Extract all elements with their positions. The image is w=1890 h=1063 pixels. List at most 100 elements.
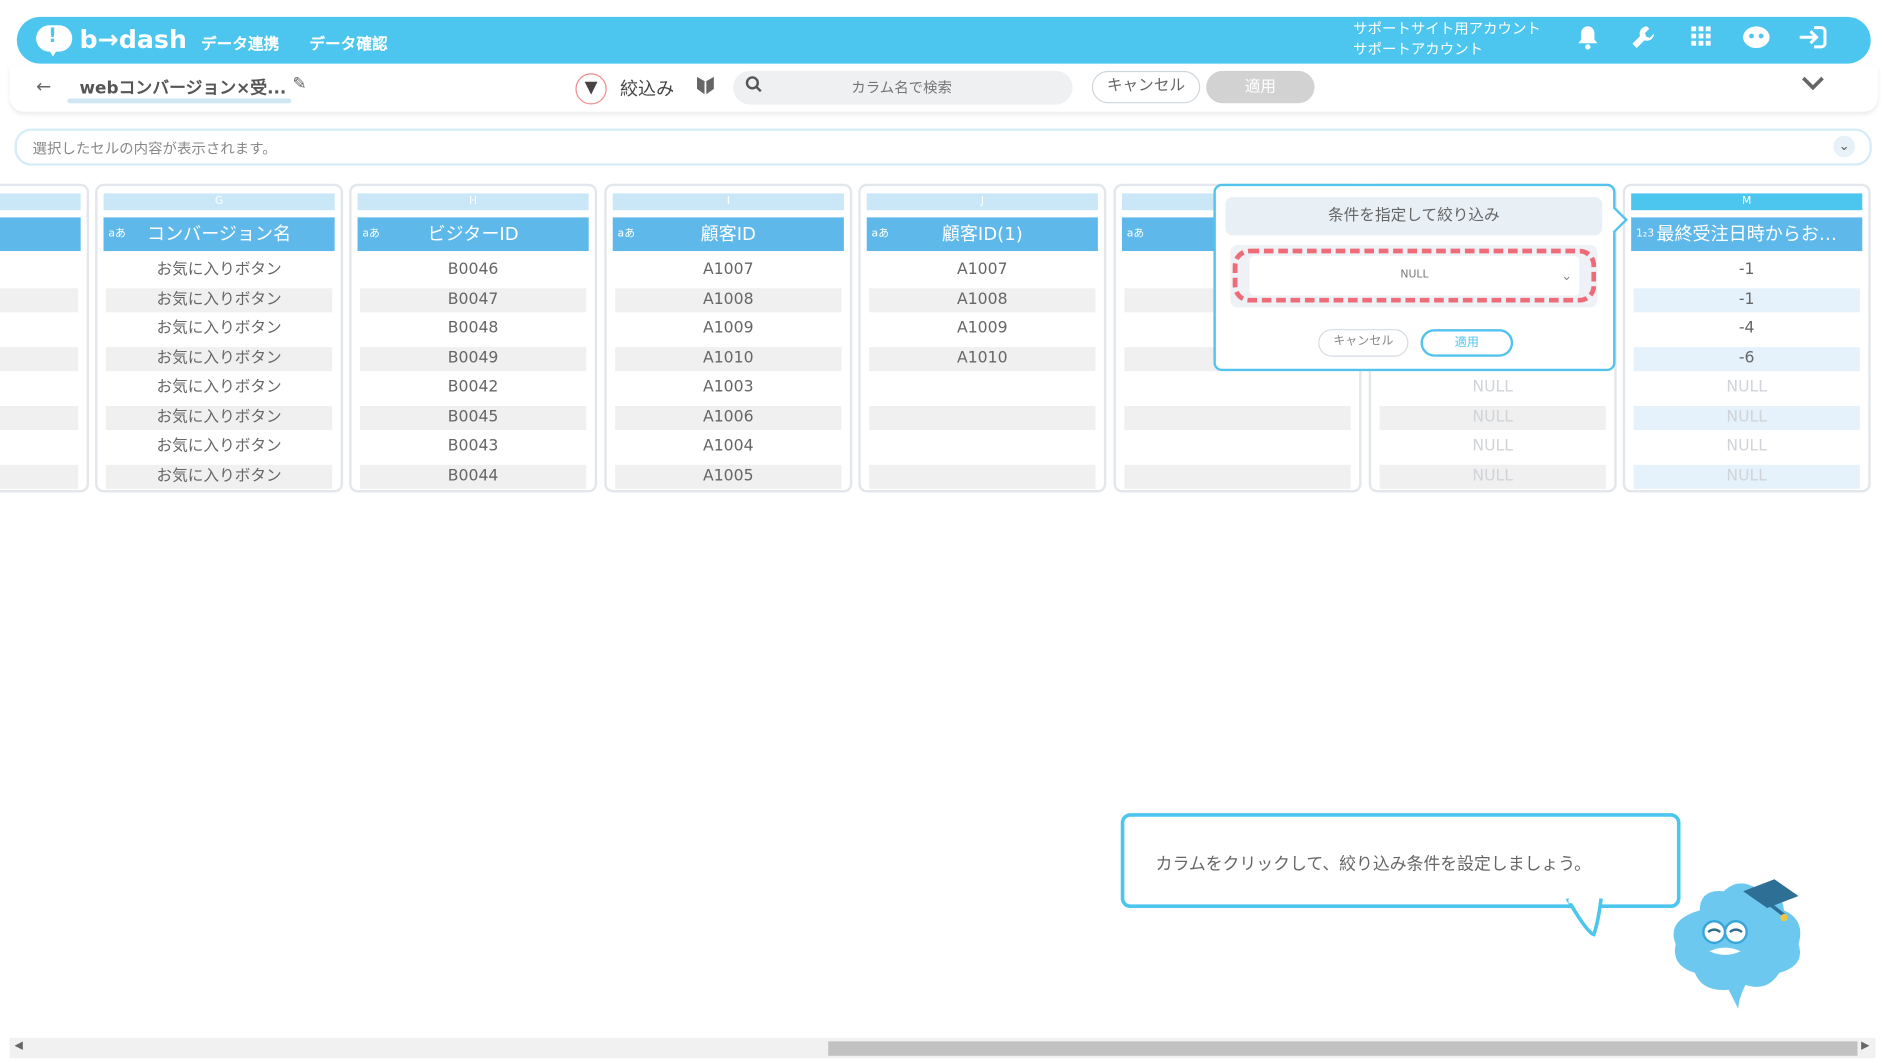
table-cell[interactable]: NULL: [1634, 376, 1860, 400]
nav-data-integration[interactable]: データ連携: [201, 31, 279, 54]
table-cell[interactable]: [869, 405, 1096, 430]
table-cell[interactable]: [0, 258, 78, 282]
table-cell[interactable]: NULL: [1379, 464, 1606, 489]
apply-button[interactable]: 適用: [1206, 70, 1315, 104]
speech-bubble-tail: [1565, 898, 1603, 937]
table-cell[interactable]: お気に入りボタン: [106, 258, 332, 282]
column-header[interactable]: [0, 217, 81, 252]
table-cell[interactable]: [1124, 405, 1351, 430]
popup-cancel-button[interactable]: キャンセル: [1318, 329, 1409, 357]
filter-label[interactable]: 絞込み: [620, 76, 674, 101]
column-card[interactable]: Gaあ コンバージョン名 お気に入りボタン お気に入りボタン お気に入りボタン お気に入り…: [95, 183, 344, 493]
column-name: コンバージョン名: [147, 223, 292, 246]
table-cell[interactable]: お気に入りボタン: [105, 405, 333, 430]
bdash-logo[interactable]: ! b→dash: [34, 20, 187, 61]
title-underline: [67, 98, 292, 104]
table-cell[interactable]: NULL: [1379, 405, 1606, 430]
table-cell[interactable]: [869, 435, 1095, 459]
beginner-mark-icon[interactable]: [696, 74, 715, 100]
table-cell[interactable]: NULL: [1380, 376, 1606, 400]
table-cell[interactable]: A1008: [615, 287, 842, 312]
table-cell[interactable]: [0, 376, 78, 400]
table-cell[interactable]: [1124, 376, 1350, 400]
table-cell[interactable]: NULL: [1633, 464, 1860, 489]
column-card[interactable]: Haあ ビジターID B0046 B0047 B0048 B0049 B0042 B0045 B…: [349, 183, 598, 493]
table-cell[interactable]: B0045: [359, 405, 587, 430]
funnel-filter-icon[interactable]: ▼: [575, 73, 607, 105]
table-cell[interactable]: [0, 317, 78, 341]
account-info[interactable]: サポートサイト用アカウント サポートアカウント: [1353, 19, 1541, 60]
cell-content-viewer[interactable]: 選択したセルの内容が表示されます。 ⌄: [14, 128, 1872, 166]
search-input[interactable]: [781, 75, 1023, 100]
table-cell[interactable]: A1009: [869, 317, 1095, 341]
table-cell[interactable]: A1007: [869, 258, 1095, 282]
table-cell[interactable]: A1006: [615, 405, 842, 430]
table-cell[interactable]: お気に入りボタン: [106, 376, 332, 400]
table-cell[interactable]: [1124, 464, 1351, 489]
table-cell[interactable]: [0, 287, 79, 312]
wrench-icon[interactable]: [1628, 24, 1659, 55]
logout-icon[interactable]: [1797, 24, 1828, 55]
table-cell[interactable]: A1005: [615, 464, 842, 489]
table-cell[interactable]: NULL: [1380, 435, 1606, 459]
expand-chevron-icon[interactable]: ⌄: [1833, 135, 1856, 158]
table-cell[interactable]: お気に入りボタン: [106, 435, 332, 459]
column-card[interactable]: Iaあ 顧客ID A1007 A1008 A1009 A1010 A1003 A1006 A10…: [604, 183, 853, 493]
document-title[interactable]: webコンバージョン×受...: [79, 76, 286, 100]
popup-apply-button[interactable]: 適用: [1420, 329, 1514, 357]
table-cell[interactable]: -6: [1633, 346, 1860, 371]
table-cell[interactable]: お気に入りボタン: [105, 346, 333, 371]
bell-icon[interactable]: [1572, 24, 1603, 55]
table-cell[interactable]: B0044: [359, 464, 587, 489]
table-cell[interactable]: [0, 464, 79, 489]
table-cell[interactable]: NULL: [1633, 405, 1860, 430]
column-type-badge: aあ: [362, 228, 380, 241]
pencil-edit-icon[interactable]: ✎: [293, 74, 307, 93]
table-cell[interactable]: -1: [1634, 258, 1860, 282]
chat-bot-icon[interactable]: [1741, 24, 1772, 55]
table-cell[interactable]: A1010: [615, 346, 842, 371]
cancel-button[interactable]: キャンセル: [1091, 70, 1201, 104]
table-cell[interactable]: A1008: [869, 287, 1096, 312]
table-cell[interactable]: B0047: [359, 287, 587, 312]
column-header[interactable]: aあ コンバージョン名: [103, 217, 335, 252]
table-cell[interactable]: A1010: [869, 346, 1096, 371]
column-search-box[interactable]: [733, 70, 1073, 105]
table-cell[interactable]: お気に入りボタン: [106, 317, 332, 341]
table-cell[interactable]: -1: [1633, 287, 1860, 312]
table-cell[interactable]: A1004: [615, 435, 841, 459]
table-cell[interactable]: A1007: [615, 258, 841, 282]
table-cell[interactable]: B0043: [360, 435, 586, 459]
table-cell[interactable]: B0042: [360, 376, 586, 400]
table-cell[interactable]: A1009: [615, 317, 841, 341]
column-card[interactable]: [0, 183, 90, 493]
column-header[interactable]: aあ ビジターID: [357, 217, 589, 252]
table-cell[interactable]: お気に入りボタン: [105, 287, 333, 312]
column-card[interactable]: Jaあ 顧客ID(1) A1007 A1008 A1009 A1010: [858, 183, 1107, 493]
table-cell[interactable]: B0046: [360, 258, 586, 282]
table-cell[interactable]: A1003: [615, 376, 841, 400]
table-cell[interactable]: [1124, 435, 1350, 459]
column-letter: H: [357, 193, 589, 211]
table-cell[interactable]: [0, 346, 79, 371]
nav-data-check[interactable]: データ確認: [309, 31, 387, 54]
table-cell[interactable]: お気に入りボタン: [105, 464, 333, 489]
table-cell[interactable]: NULL: [1634, 435, 1860, 459]
scroll-right-arrow-icon[interactable]: ▶: [1861, 1040, 1869, 1052]
table-cell[interactable]: B0048: [360, 317, 586, 341]
chevron-down-icon[interactable]: [1801, 72, 1825, 97]
table-cell[interactable]: [0, 435, 78, 459]
table-cell[interactable]: -4: [1634, 317, 1860, 341]
table-cell[interactable]: [869, 464, 1096, 489]
back-arrow-icon[interactable]: ←: [36, 76, 51, 98]
apps-grid-icon[interactable]: [1685, 24, 1716, 55]
column-card[interactable]: M 1₂3 最終受注日時からお… -1 -1 -4 -6 NULL NULL NULL NULL: [1622, 183, 1871, 493]
column-header[interactable]: 1₂3 最終受注日時からお…: [1631, 217, 1863, 252]
column-header[interactable]: aあ 顧客ID: [612, 217, 844, 252]
table-cell[interactable]: [0, 405, 79, 430]
scroll-left-arrow-icon[interactable]: ◀: [14, 1040, 22, 1052]
table-cell[interactable]: [869, 376, 1095, 400]
scrollbar-thumb[interactable]: [828, 1041, 1858, 1056]
table-cell[interactable]: B0049: [359, 346, 587, 371]
column-header[interactable]: aあ 顧客ID(1): [866, 217, 1098, 252]
